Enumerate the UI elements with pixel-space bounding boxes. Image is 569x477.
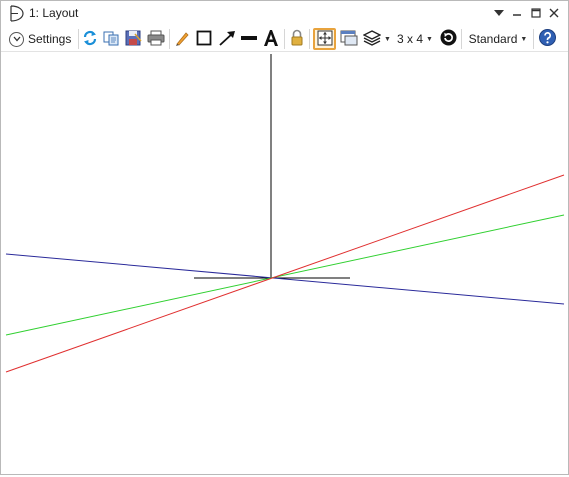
restore-icon[interactable] xyxy=(527,4,545,22)
toolbar-separator xyxy=(461,29,462,49)
green-ray-line xyxy=(5,214,565,336)
line-icon xyxy=(240,30,258,49)
text-button[interactable] xyxy=(261,28,281,50)
fit-to-window-icon xyxy=(317,30,333,49)
view-mode-label: Standard xyxy=(468,32,518,46)
toolbar: Settings ▼ 3 x 4 ▼ Standard ▼ xyxy=(1,26,568,52)
refresh-button[interactable] xyxy=(81,28,99,50)
fit-to-window-button[interactable] xyxy=(313,28,336,50)
save-image-button[interactable] xyxy=(124,28,143,50)
layers-icon xyxy=(362,29,382,49)
copy-button[interactable] xyxy=(102,28,121,50)
chevron-down-icon: ▼ xyxy=(426,35,433,43)
lock-button[interactable] xyxy=(288,28,306,50)
blue-ray-line xyxy=(5,253,565,305)
layout-window: 1: Layout Settings ▼ 3 x 4 ▼ Standard ▼ xyxy=(0,0,569,475)
chevron-down-icon: ▼ xyxy=(520,35,528,43)
toolbar-separator xyxy=(533,29,534,49)
copy-icon xyxy=(103,30,120,49)
window-title: 1: Layout xyxy=(29,6,79,20)
toolbar-separator xyxy=(309,29,310,49)
text-icon xyxy=(262,29,280,50)
print-button[interactable] xyxy=(146,28,166,50)
pencil-button[interactable] xyxy=(173,28,191,50)
help-button[interactable] xyxy=(537,28,557,50)
window-button[interactable] xyxy=(339,28,359,50)
help-icon xyxy=(538,29,556,49)
layout-window-icon xyxy=(9,5,25,22)
layers-dropdown[interactable]: ▼ xyxy=(362,28,391,50)
rectangle-button[interactable] xyxy=(195,28,213,50)
arrow-icon xyxy=(218,30,236,49)
view-mode-dropdown[interactable]: Standard ▼ xyxy=(466,28,530,50)
print-icon xyxy=(147,30,165,49)
settings-button[interactable]: Settings xyxy=(9,28,75,50)
layout-grid-dropdown[interactable]: 3 x 4 ▼ xyxy=(397,28,433,50)
reset-button[interactable] xyxy=(438,28,458,50)
toolbar-separator xyxy=(284,29,285,49)
title-bar: 1: Layout xyxy=(1,1,568,26)
rectangle-icon xyxy=(196,30,212,49)
toolbar-separator xyxy=(169,29,170,49)
red-ray-line xyxy=(5,174,565,373)
toolbar-separator xyxy=(78,29,79,49)
dropdown-arrow-icon[interactable] xyxy=(490,4,508,22)
refresh-icon xyxy=(82,30,98,49)
save-image-icon xyxy=(125,30,142,49)
settings-label: Settings xyxy=(28,32,72,46)
window-icon xyxy=(340,30,358,49)
pencil-icon xyxy=(174,30,190,49)
reset-icon xyxy=(440,29,457,49)
layout-plot xyxy=(5,54,565,373)
settings-chevron-icon xyxy=(9,31,24,47)
layout-canvas[interactable] xyxy=(1,53,568,474)
arrow-button[interactable] xyxy=(217,28,237,50)
close-icon[interactable] xyxy=(545,4,563,22)
line-button[interactable] xyxy=(239,28,259,50)
minimize-icon[interactable] xyxy=(508,4,526,22)
layout-grid-label: 3 x 4 xyxy=(397,32,424,46)
chevron-down-icon: ▼ xyxy=(384,35,391,43)
lock-icon xyxy=(290,29,304,49)
